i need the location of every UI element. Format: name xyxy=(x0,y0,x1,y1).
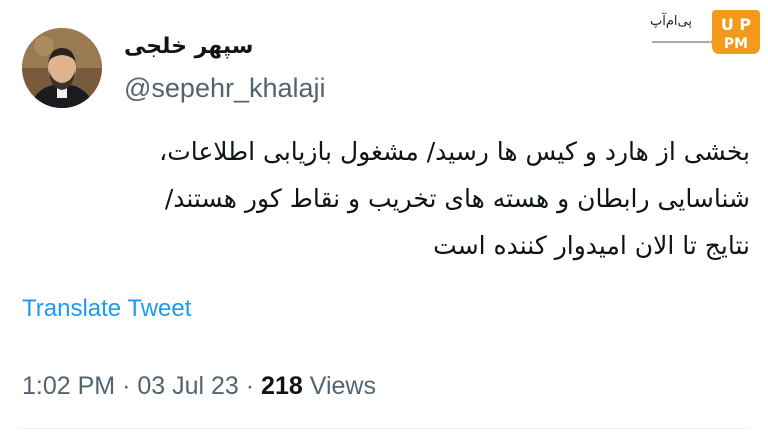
tweet-text: بخشی از هارد و کیس ها رسید/ مشغول بازیاب… xyxy=(20,128,750,269)
separator-dot: · xyxy=(122,372,131,400)
views-count[interactable]: 218 xyxy=(261,372,303,400)
views-label: Views xyxy=(309,372,376,400)
divider xyxy=(18,428,750,429)
watermark-text: پی‌ام‌آپ xyxy=(650,14,692,29)
tweet-metadata: 1:02 PM · 03 Jul 23 · 218 Views xyxy=(22,370,376,402)
svg-text:U P: U P xyxy=(721,15,752,34)
tweet-date[interactable]: 03 Jul 23 xyxy=(137,372,238,400)
avatar[interactable] xyxy=(22,28,102,108)
watermark-underline-icon xyxy=(652,40,750,50)
translate-tweet-link[interactable]: Translate Tweet xyxy=(22,294,191,324)
tweet-line: شناسایی رابطان و هسته های تخریب و نقاط ک… xyxy=(164,184,750,213)
avatar-photo xyxy=(22,28,102,108)
tweet-line: بخشی از هارد و کیس ها رسید/ مشغول بازیاب… xyxy=(159,137,750,166)
tweet-line: نتایج تا الان امیدوار کننده است xyxy=(433,231,750,260)
tweet-time[interactable]: 1:02 PM xyxy=(22,372,115,400)
separator-dot: · xyxy=(245,372,255,400)
watermark-logo: پی‌ام‌آپ U P PM xyxy=(650,6,762,64)
author-handle[interactable]: @sepehr_khalaji xyxy=(124,72,326,104)
author-name[interactable]: سپهر خلجی xyxy=(124,32,284,62)
